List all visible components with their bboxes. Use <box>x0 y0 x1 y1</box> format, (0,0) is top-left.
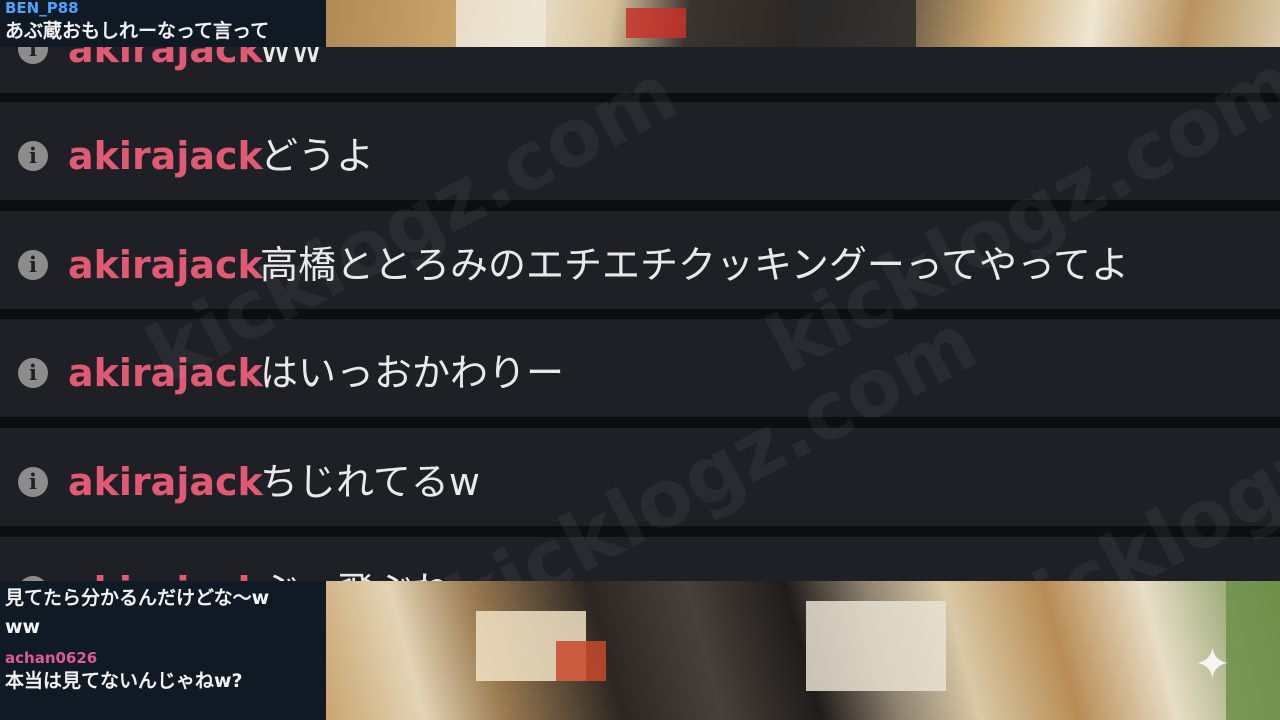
chat-username: achan0626 <box>5 649 98 667</box>
chat-row: i akirajack ww <box>0 47 1280 93</box>
sheet-music-scrap <box>456 0 546 47</box>
chat-message: 高橋ととろみのエチエチクッキングーってやってよ <box>260 243 1130 287</box>
chat-username[interactable]: akirajack <box>68 457 263 507</box>
chat-username[interactable]: akirajack <box>68 348 263 398</box>
chat-message: 見てたら分かるんだけどな〜w <box>5 587 270 609</box>
chat-username[interactable]: akirajack <box>68 47 263 74</box>
chat-message: ww <box>5 616 41 638</box>
red-scrap <box>556 641 606 681</box>
chat-row: i akirajack 高橋ととろみのエチエチクッキングーってやってよ <box>0 211 1280 309</box>
chat-log-panel: i akirajack ww i akirajack どうよ i akiraja… <box>0 47 1280 581</box>
chat-message: ww <box>260 47 323 71</box>
chat-row: i akirajack はいっおかわりー <box>0 319 1280 417</box>
info-icon[interactable]: i <box>18 141 48 171</box>
info-icon[interactable]: i <box>18 467 48 497</box>
stream-chat-top: BEN_P88 あぶ蔵おもしれーなって言って <box>0 0 326 47</box>
chat-username: BEN_P88 <box>5 0 79 17</box>
info-icon[interactable]: i <box>18 47 48 64</box>
dark-scrap <box>796 0 916 47</box>
chat-row: i akirajack ぶっ飛ぶね <box>0 537 1280 581</box>
chat-message: ぶっ飛ぶね <box>260 566 450 581</box>
chat-message: ちじれてるw <box>260 460 480 504</box>
newsprint-scrap <box>806 601 946 691</box>
chat-username[interactable]: akirajack <box>68 240 263 290</box>
chat-message: あぶ蔵おもしれーなって言って <box>5 20 270 42</box>
info-icon[interactable]: i <box>18 250 48 280</box>
chat-row: i akirajack ちじれてるw <box>0 428 1280 526</box>
sparkle-icon: ✦ <box>1194 639 1231 690</box>
green-scrap <box>1226 581 1280 720</box>
chat-message: どうよ <box>260 134 375 178</box>
stream-frame: BEN_P88 あぶ蔵おもしれーなって言って i akirajack ww i … <box>0 0 1280 720</box>
background-artwork-bottom: ✦ <box>326 581 1280 720</box>
chat-message: 本当は見てないんじゃねw? <box>5 670 243 692</box>
chat-message: はいっおかわりー <box>260 351 565 395</box>
background-artwork-top <box>326 0 1280 47</box>
chat-row: i akirajack どうよ <box>0 102 1280 200</box>
red-scrap <box>626 8 686 38</box>
chat-username[interactable]: akirajack <box>68 566 263 581</box>
stream-chat-bottom: 見てたら分かるんだけどな〜w ww achan0626 本当は見てないんじゃねw… <box>0 581 326 720</box>
info-icon[interactable]: i <box>18 358 48 388</box>
chat-username[interactable]: akirajack <box>68 131 263 181</box>
